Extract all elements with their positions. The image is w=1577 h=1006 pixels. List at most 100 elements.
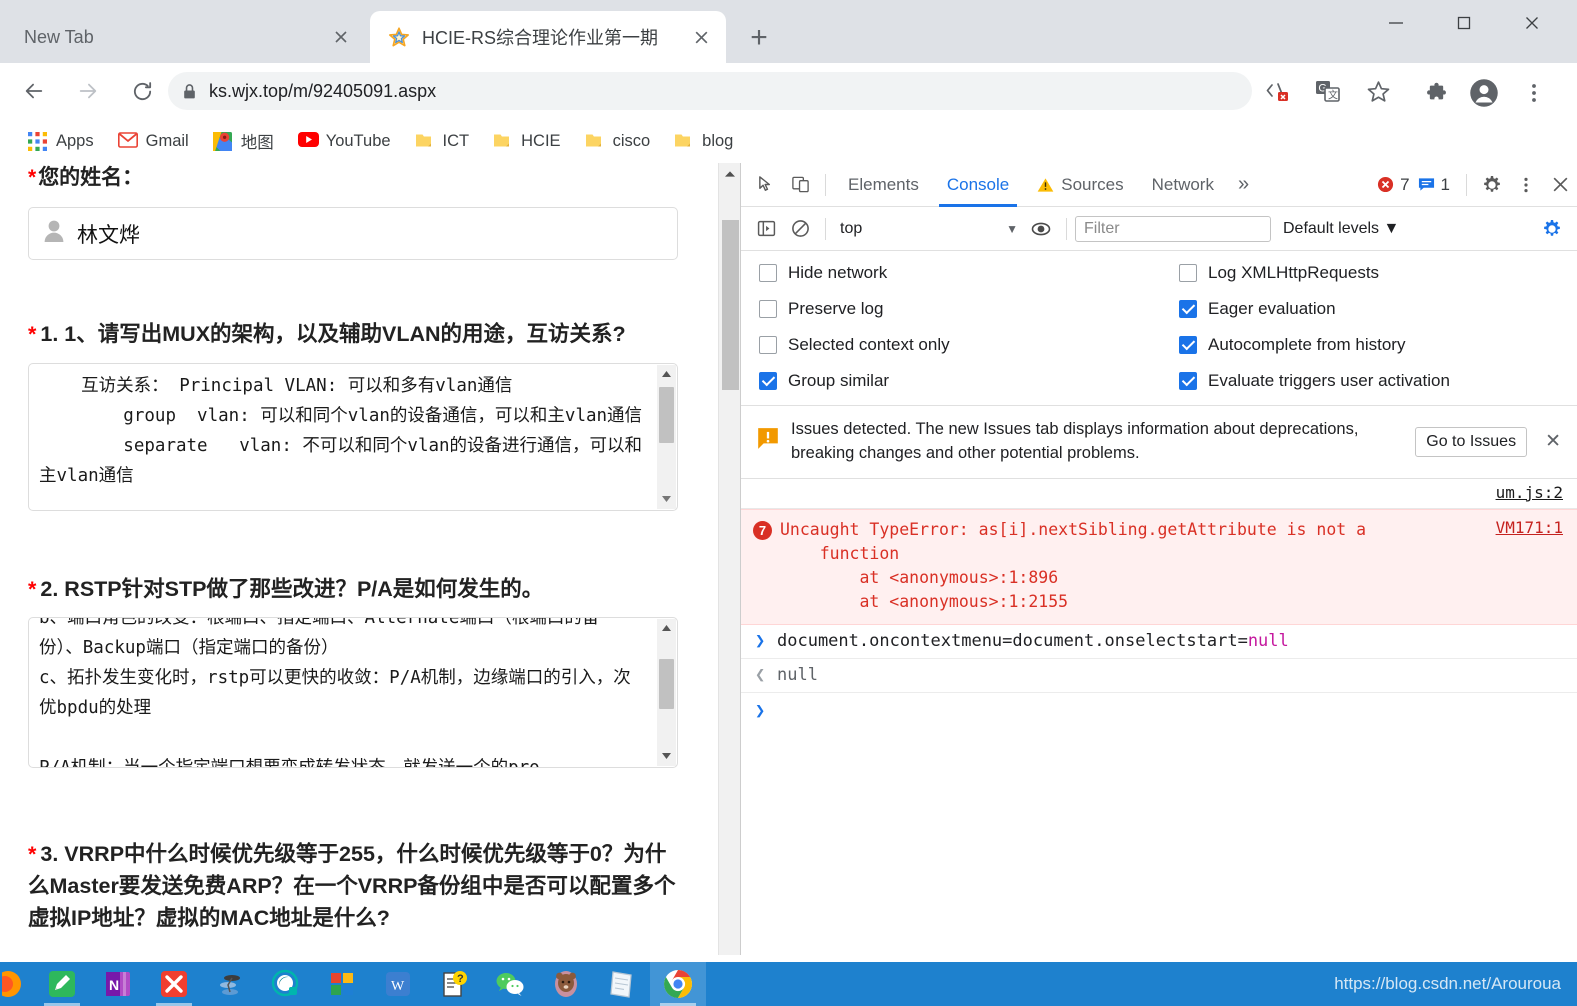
more-tabs-icon[interactable]: » bbox=[1228, 173, 1259, 196]
setting-autocomplete-from-history[interactable]: Autocomplete from history bbox=[1179, 335, 1559, 355]
checkbox[interactable] bbox=[1179, 336, 1197, 354]
tab-close-icon[interactable] bbox=[688, 24, 714, 50]
bookmark-maps[interactable]: 地图 bbox=[203, 125, 284, 157]
setting-evaluate-triggers-user-activation[interactable]: Evaluate triggers user activation bbox=[1179, 371, 1559, 391]
checkbox[interactable] bbox=[1179, 372, 1197, 390]
chrome-menu-icon[interactable] bbox=[1514, 73, 1554, 113]
message-count-badge[interactable]: 1 bbox=[1418, 175, 1450, 195]
bookmark-gmail[interactable]: Gmail bbox=[108, 125, 199, 157]
checkbox[interactable] bbox=[759, 300, 777, 318]
translate-icon[interactable]: G 文 bbox=[1312, 75, 1344, 107]
answer-1-scrollbar[interactable] bbox=[657, 364, 676, 509]
taskbar-office-icon[interactable] bbox=[314, 962, 370, 1006]
browser-tab-hcie[interactable]: HCIE-RS综合理论作业第一期 bbox=[370, 11, 726, 63]
bookmark-blog[interactable]: blog bbox=[664, 125, 743, 157]
question-2-answer-box[interactable]: b、端口角色的改变：根端口、指定端口、Alternate端口（根端口的备份）、B… bbox=[28, 616, 678, 768]
settings-gear-icon[interactable] bbox=[1475, 168, 1509, 202]
scroll-down-arrow-icon[interactable] bbox=[657, 490, 676, 509]
taskbar-wps-writer-icon[interactable]: W bbox=[370, 962, 426, 1006]
execution-context-select[interactable]: top ▼ bbox=[834, 216, 1024, 242]
answer-2-scrollbar[interactable] bbox=[657, 618, 676, 766]
devtools-tab-elements[interactable]: Elements bbox=[834, 163, 933, 207]
taskbar-notes-pencil-icon[interactable] bbox=[34, 962, 90, 1006]
forward-button[interactable] bbox=[68, 71, 108, 111]
close-devtools-icon[interactable] bbox=[1543, 168, 1577, 202]
tab-title: HCIE-RS综合理论作业第一期 bbox=[422, 28, 659, 48]
scroll-thumb[interactable] bbox=[659, 658, 674, 709]
bookmark-hcie[interactable]: HCIE bbox=[483, 125, 570, 157]
bookmark-cisco[interactable]: cisco bbox=[575, 125, 661, 157]
log-levels-dropdown[interactable]: Default levels ▼ bbox=[1283, 220, 1399, 238]
devtools-tab-console[interactable]: Console bbox=[933, 163, 1023, 207]
error-source-link[interactable]: VM171:1 bbox=[1496, 518, 1563, 614]
bookmark-ict[interactable]: ICT bbox=[405, 125, 480, 157]
checkbox[interactable] bbox=[759, 264, 777, 282]
console-source-row: um.js:2 bbox=[741, 479, 1577, 509]
bookmark-star-icon[interactable] bbox=[1362, 75, 1394, 107]
console-prompt-row[interactable]: ❯ bbox=[741, 693, 1577, 729]
source-link[interactable]: um.js:2 bbox=[1496, 483, 1563, 502]
error-count-badge[interactable]: 7 bbox=[1377, 175, 1410, 195]
scroll-down-arrow-icon[interactable] bbox=[657, 747, 676, 766]
window-close-button[interactable] bbox=[1499, 0, 1565, 46]
setting-hide-network[interactable]: Hide network bbox=[759, 263, 1179, 283]
back-button[interactable] bbox=[14, 71, 54, 111]
page-scrollbar[interactable] bbox=[718, 163, 740, 955]
console-settings-gear-icon[interactable] bbox=[1535, 212, 1569, 246]
checkbox[interactable] bbox=[759, 336, 777, 354]
browser-tab-new-tab[interactable]: New Tab bbox=[6, 11, 366, 63]
tab-close-icon[interactable] bbox=[328, 24, 354, 50]
inspect-element-icon[interactable] bbox=[749, 168, 783, 202]
bookmark-youtube[interactable]: YouTube bbox=[288, 125, 401, 157]
profile-avatar-icon[interactable] bbox=[1464, 73, 1504, 113]
reload-button[interactable] bbox=[122, 71, 162, 111]
taskbar-xmind-icon[interactable] bbox=[146, 962, 202, 1006]
devtools-tab-sources[interactable]: Sources bbox=[1023, 163, 1137, 207]
device-toolbar-icon[interactable] bbox=[783, 168, 817, 202]
error-repeat-count-badge: 7 bbox=[753, 520, 772, 540]
bookmark-apps[interactable]: Apps bbox=[18, 125, 104, 157]
setting-preserve-log[interactable]: Preserve log bbox=[759, 299, 1179, 319]
name-input[interactable]: 林文烨 bbox=[28, 207, 678, 261]
clear-console-icon[interactable] bbox=[783, 212, 817, 246]
taskbar-notepad-icon[interactable] bbox=[594, 962, 650, 1006]
new-tab-button[interactable]: + bbox=[742, 21, 776, 55]
taskbar-onenote-icon[interactable]: N bbox=[90, 962, 146, 1006]
taskbar-bear-avatar-icon[interactable] bbox=[538, 962, 594, 1006]
log-levels-label: Default levels bbox=[1283, 219, 1380, 237]
go-to-issues-button[interactable]: Go to Issues bbox=[1415, 426, 1528, 457]
address-bar[interactable]: ks.wjx.top/m/92405091.aspx bbox=[168, 72, 1252, 110]
setting-log-xmlhttprequests[interactable]: Log XMLHttpRequests bbox=[1179, 263, 1559, 283]
scroll-thumb[interactable] bbox=[659, 386, 674, 443]
taskbar-ensp-icon[interactable] bbox=[202, 962, 258, 1006]
checkbox[interactable] bbox=[1179, 300, 1197, 318]
page-scroll-up-arrow-icon[interactable] bbox=[719, 163, 741, 185]
taskbar-qq-browser-icon[interactable] bbox=[258, 962, 314, 1006]
console-filter-input[interactable]: Filter bbox=[1075, 215, 1271, 242]
scroll-up-arrow-icon[interactable] bbox=[657, 619, 676, 638]
window-minimize-button[interactable] bbox=[1363, 0, 1429, 46]
window-maximize-button[interactable] bbox=[1431, 0, 1497, 46]
setting-group-similar[interactable]: Group similar bbox=[759, 371, 1179, 391]
devtools-menu-icon[interactable] bbox=[1509, 168, 1543, 202]
question-1-answer-box[interactable]: 互访关系： Principal VLAN: 可以和多有vlan通信 group … bbox=[28, 362, 678, 511]
devtools-tab-network[interactable]: Network bbox=[1138, 163, 1228, 207]
toolbar-divider bbox=[1066, 217, 1067, 240]
page-scroll-thumb[interactable] bbox=[722, 220, 739, 390]
checkbox[interactable] bbox=[1179, 264, 1197, 282]
required-marker: * bbox=[28, 576, 37, 601]
close-issues-banner-icon[interactable]: ✕ bbox=[1539, 430, 1567, 453]
taskbar-firefox-icon[interactable] bbox=[0, 962, 34, 1006]
checkbox[interactable] bbox=[759, 372, 777, 390]
devtools-source-icon[interactable] bbox=[1262, 75, 1294, 107]
taskbar-chrome-icon[interactable] bbox=[650, 962, 706, 1006]
setting-selected-context-only[interactable]: Selected context only bbox=[759, 335, 1179, 355]
console-sidebar-icon[interactable] bbox=[749, 212, 783, 246]
live-expression-icon[interactable] bbox=[1024, 212, 1058, 246]
scroll-up-arrow-icon[interactable] bbox=[657, 365, 676, 384]
taskbar-question-doc-icon[interactable]: ? bbox=[426, 962, 482, 1006]
setting-eager-evaluation[interactable]: Eager evaluation bbox=[1179, 299, 1559, 319]
extensions-puzzle-icon[interactable] bbox=[1416, 73, 1456, 113]
taskbar-wechat-icon[interactable] bbox=[482, 962, 538, 1006]
question-2-number: 2. bbox=[40, 576, 59, 601]
